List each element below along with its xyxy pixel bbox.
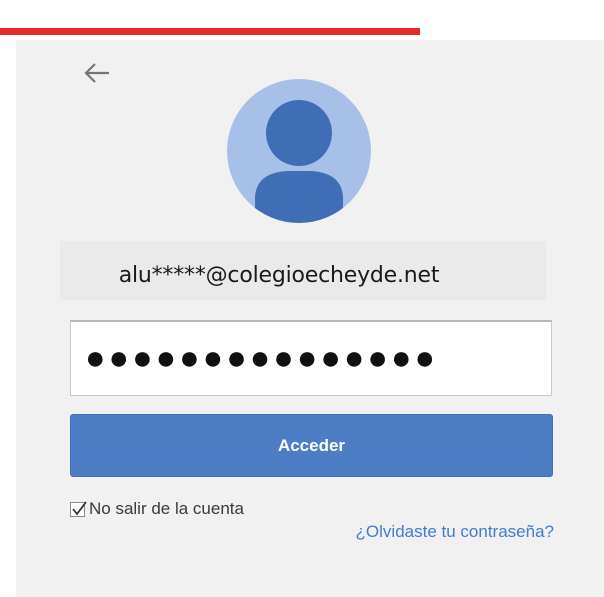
- user-silhouette-icon: [255, 100, 343, 223]
- account-email: alu*****@colegioecheyde.net: [118, 263, 440, 288]
- stay-signed-in-checkbox[interactable]: [70, 500, 87, 517]
- header-accent-bar: [0, 28, 420, 35]
- password-value: ●●●●●●●●●●●●●●●: [85, 339, 439, 377]
- arrow-left-icon: [84, 63, 109, 83]
- stay-signed-in-label: No salir de la cuenta: [89, 499, 244, 518]
- sign-in-button[interactable]: Acceder: [70, 414, 553, 477]
- login-card: alu*****@colegioecheyde.net ●●●●●●●●●●●●…: [16, 40, 604, 597]
- back-button[interactable]: [78, 58, 118, 88]
- checkmark-icon: [72, 500, 87, 515]
- avatar: [227, 79, 371, 223]
- forgot-password-link[interactable]: ¿Olvidaste tu contraseña?: [356, 522, 554, 542]
- password-field[interactable]: ●●●●●●●●●●●●●●●: [70, 320, 552, 396]
- stay-signed-in-row: No salir de la cuenta: [70, 498, 244, 520]
